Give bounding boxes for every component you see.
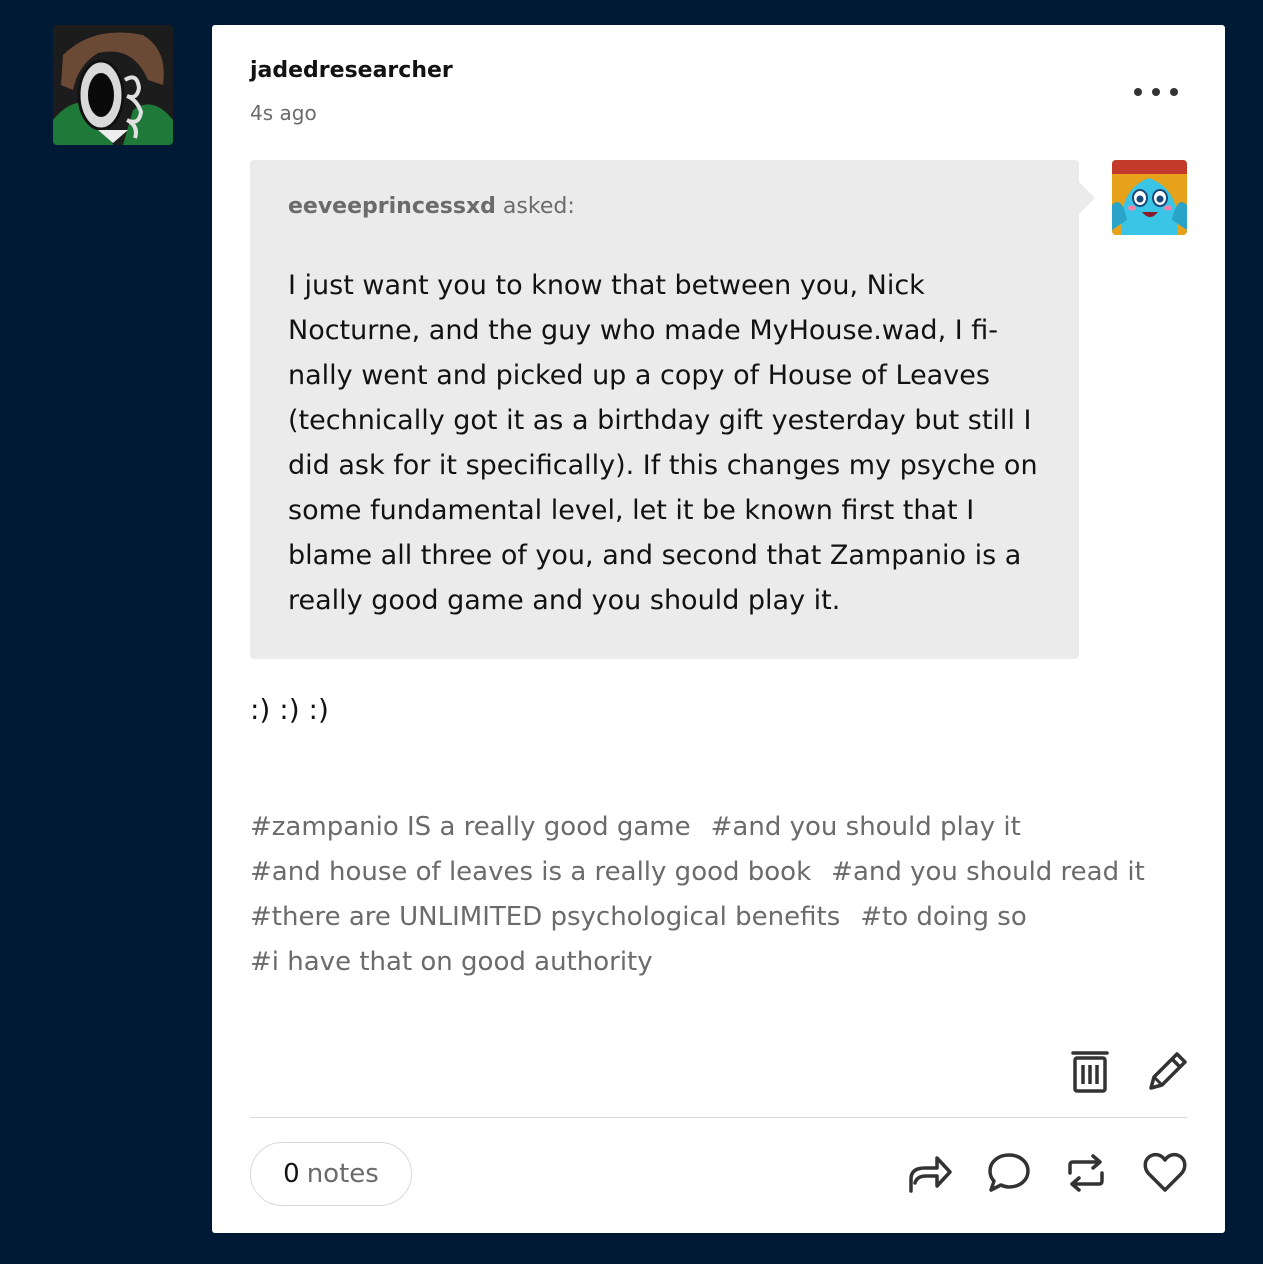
notes-count: 0 — [283, 1159, 300, 1189]
question-text: I just want you to know that between you… — [288, 270, 1038, 616]
tag-link[interactable]: #there are UNLIMITED psychological benef… — [250, 895, 840, 940]
reply-icon[interactable] — [987, 1151, 1031, 1197]
heart-icon[interactable] — [1142, 1151, 1188, 1197]
poster-avatar[interactable] — [53, 25, 173, 145]
reblog-icon[interactable] — [1064, 1153, 1108, 1197]
pencil-icon[interactable] — [1145, 1050, 1189, 1098]
tag-link[interactable]: #to doing so — [860, 895, 1027, 940]
footer-divider — [250, 1117, 1187, 1118]
tag-link[interactable]: #and house of leaves is a really good bo… — [250, 850, 811, 895]
asker-avatar-image — [1112, 160, 1187, 235]
ellipsis-dot — [1134, 88, 1142, 96]
asker-line: eeveeprincessxd asked: — [288, 194, 575, 219]
ellipsis-icon[interactable] — [1134, 80, 1178, 104]
asker-avatar[interactable] — [1112, 160, 1187, 235]
asker-name[interactable]: eeveeprincessxd — [288, 194, 496, 219]
tag-list: #zampanio IS a really good game #and you … — [250, 805, 1200, 985]
ask-box: eeveeprincessxd asked: I just want you t… — [250, 160, 1095, 659]
share-icon[interactable] — [907, 1151, 953, 1197]
tag-link[interactable]: #and you should play it — [711, 805, 1021, 850]
notes-label: notes — [306, 1159, 379, 1189]
post-username[interactable]: jadedresearcher — [250, 58, 453, 83]
post-timestamp[interactable]: 4s ago — [250, 101, 317, 125]
asked-label: asked: — [502, 194, 575, 219]
avatar-image — [53, 25, 173, 145]
tag-link[interactable]: #and you should read it — [831, 850, 1145, 895]
trash-icon[interactable] — [1070, 1048, 1110, 1098]
post-card: jadedresearcher 4s ago eeveeprincessxd a… — [212, 25, 1225, 1233]
ellipsis-dot — [1152, 88, 1160, 96]
notes-button[interactable]: 0 notes — [250, 1142, 412, 1206]
tag-link[interactable]: #i have that on good authority — [250, 940, 653, 985]
tag-link[interactable]: #zampanio IS a really good game — [250, 805, 691, 850]
ellipsis-dot — [1170, 88, 1178, 96]
answer-text: :) :) :) — [250, 693, 329, 726]
